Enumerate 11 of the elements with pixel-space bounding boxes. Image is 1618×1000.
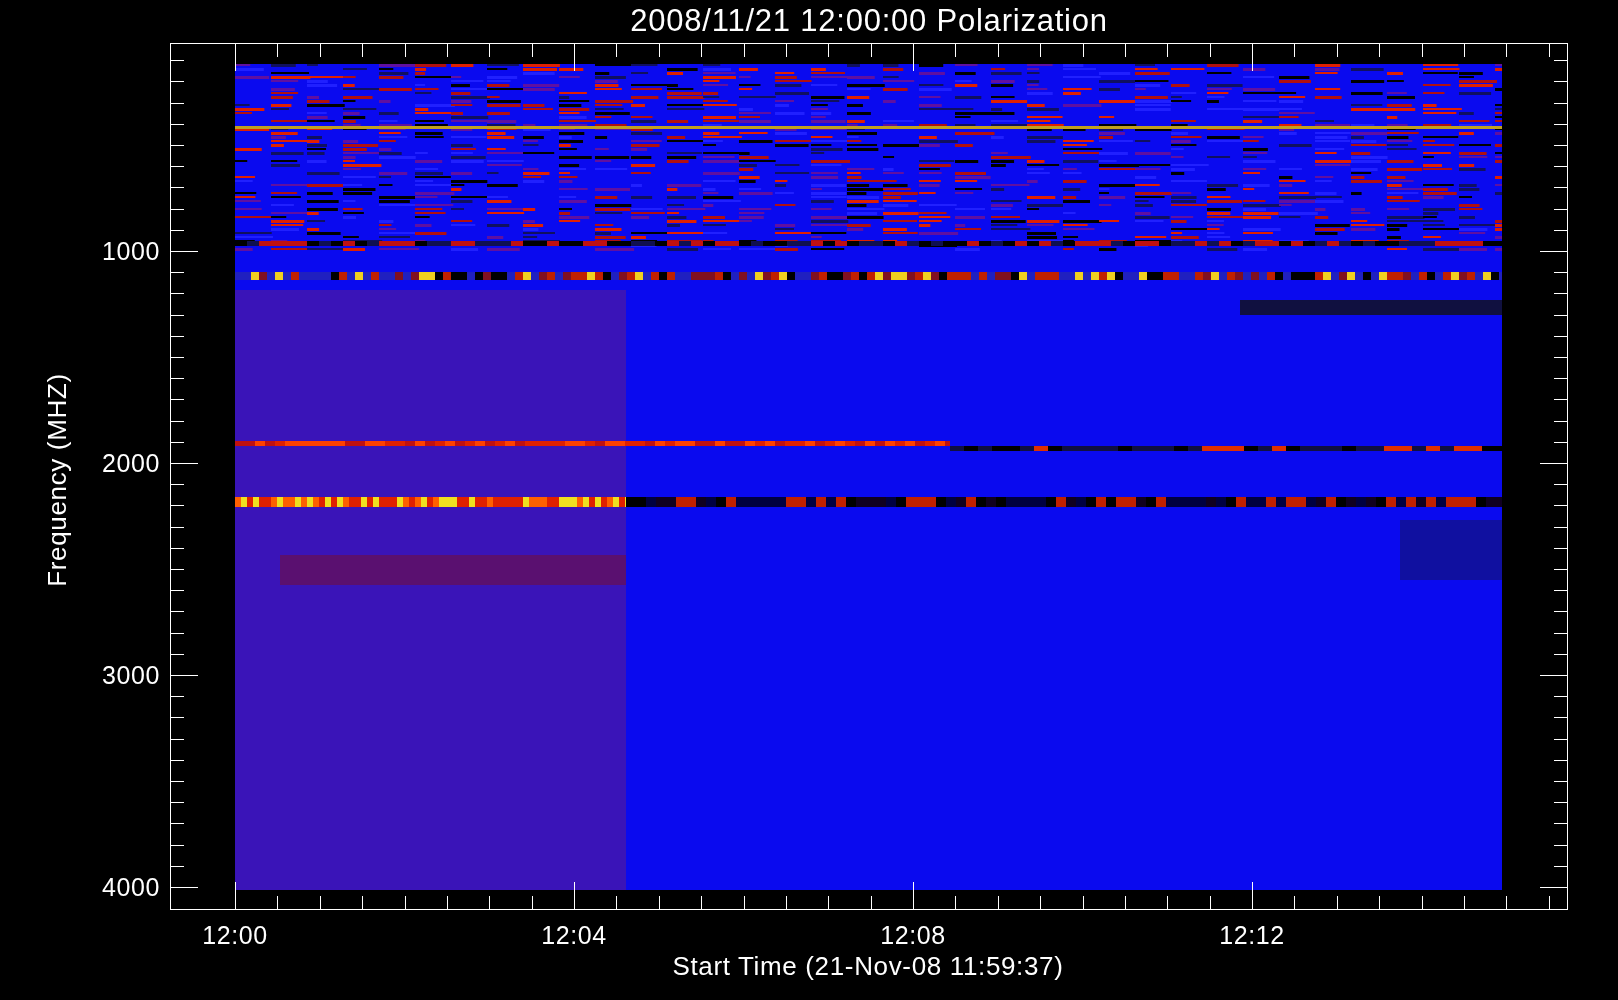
tick-label: 12:12 xyxy=(1219,923,1285,948)
tick-label: 1000 xyxy=(101,238,160,264)
axis-label: Start Time (21-Nov-08 11:59:37) xyxy=(672,953,1064,979)
axis-label: Frequency (MHZ) xyxy=(44,373,70,587)
tick-label: 3000 xyxy=(101,662,160,688)
tick-label: 12:00 xyxy=(202,923,268,948)
tick-label: 4000 xyxy=(101,874,160,900)
tick-label: 2000 xyxy=(101,450,160,476)
tick-label: 12:08 xyxy=(880,923,946,948)
chart-title: 2008/11/21 12:00:00 Polarization xyxy=(630,5,1108,36)
tick-label: 12:04 xyxy=(541,923,607,948)
